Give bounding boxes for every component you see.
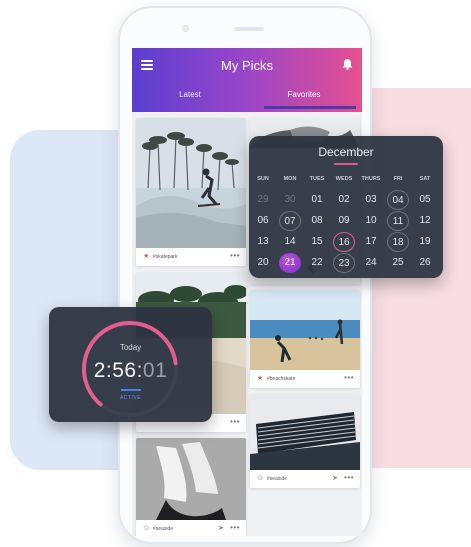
- calendar-day[interactable]: 24: [360, 253, 382, 273]
- app-screen: My Picks Latest Favorites ★ #skatepark •…: [132, 48, 362, 536]
- card-caption: ★ #beachskate •••: [250, 370, 360, 388]
- timer-status: ACTIVE: [119, 395, 142, 401]
- feed-card[interactable]: ★ #skatepark •••: [136, 118, 246, 266]
- card-caption: ★ #skatepark •••: [136, 248, 246, 266]
- weekday-header: TUES: [309, 176, 325, 182]
- calendar-day[interactable]: 12: [414, 211, 436, 231]
- month-underline: [334, 163, 358, 165]
- feed-card[interactable]: ☆ #seaside ➤ •••: [136, 438, 246, 536]
- more-dots-icon[interactable]: •••: [230, 417, 240, 426]
- weekday-header: SAT: [419, 176, 431, 182]
- star-icon[interactable]: ★: [257, 375, 263, 382]
- calendar-day[interactable]: 22: [306, 253, 328, 273]
- more-dots-icon[interactable]: •••: [230, 523, 240, 532]
- calendar-day[interactable]: 04: [387, 190, 409, 210]
- skatepark-photo: [136, 118, 246, 248]
- calendar-day[interactable]: 29: [252, 190, 274, 210]
- calendar-day[interactable]: 23: [333, 253, 355, 273]
- weekday-header: THURS: [361, 176, 381, 182]
- more-dots-icon[interactable]: •••: [230, 251, 240, 260]
- hashtag[interactable]: #beachskate: [267, 376, 295, 382]
- send-icon[interactable]: ➤: [332, 475, 338, 482]
- weekday-header: SUN: [257, 176, 269, 182]
- calendar-day[interactable]: 14: [279, 232, 301, 252]
- timer-main: 2:56:: [93, 359, 143, 382]
- more-dots-icon[interactable]: •••: [344, 373, 354, 382]
- hashtag[interactable]: #seaside: [153, 526, 173, 532]
- weekday-header: FRI: [393, 176, 403, 182]
- timer-value: 2:56:01: [49, 359, 212, 383]
- timer-divider: [121, 389, 141, 391]
- sneakers-photo: [136, 438, 246, 520]
- beach-skate-photo: [250, 290, 360, 370]
- calendar-day[interactable]: 03: [360, 190, 382, 210]
- app-header: My Picks Latest Favorites: [132, 48, 362, 112]
- tab-latest[interactable]: Latest: [140, 90, 240, 99]
- front-camera: [182, 25, 189, 32]
- calendar-day[interactable]: 08: [306, 211, 328, 231]
- calendar-day[interactable]: 16: [333, 232, 355, 252]
- calendar-widget: December SUN MON TUES WEDS THURS FRI SAT 29 30 01…: [249, 136, 443, 278]
- magazines-photo: [250, 394, 360, 470]
- calendar-day[interactable]: 07: [279, 211, 301, 231]
- calendar-day[interactable]: 11: [387, 211, 409, 231]
- star-icon[interactable]: ☆: [143, 525, 149, 532]
- hashtag[interactable]: #skatepark: [153, 254, 177, 260]
- calendar-day[interactable]: 19: [414, 232, 436, 252]
- weekday-header: MON: [283, 176, 297, 182]
- calendar-day[interactable]: 06: [252, 211, 274, 231]
- earpiece-speaker: [234, 27, 264, 31]
- timer-widget: Today 2:56:01 ACTIVE: [49, 307, 212, 422]
- calendar-day[interactable]: 15: [306, 232, 328, 252]
- hashtag[interactable]: #seaside: [267, 476, 287, 482]
- send-icon[interactable]: ➤: [218, 525, 224, 532]
- active-tab-indicator: [264, 106, 356, 109]
- bell-icon[interactable]: [342, 58, 353, 70]
- calendar-day[interactable]: 01: [306, 190, 328, 210]
- timer-label: Today: [119, 343, 142, 352]
- calendar-day[interactable]: 18: [387, 232, 409, 252]
- calendar-day[interactable]: 10: [360, 211, 382, 231]
- feed-card[interactable]: ☆ #seaside ➤ •••: [250, 394, 360, 488]
- calendar-day[interactable]: 30: [279, 190, 301, 210]
- calendar-day[interactable]: 02: [333, 190, 355, 210]
- feed-card[interactable]: ★ #beachskate •••: [250, 290, 360, 388]
- calendar-day[interactable]: 05: [414, 190, 436, 210]
- calendar-day[interactable]: 21: [279, 253, 301, 273]
- weekday-header: WEDS: [335, 176, 353, 182]
- calendar-day[interactable]: 26: [414, 253, 436, 273]
- calendar-day[interactable]: 13: [252, 232, 274, 252]
- card-caption: ☆ #seaside ➤ •••: [250, 470, 360, 488]
- card-caption: ☆ #seaside ➤ •••: [136, 520, 246, 536]
- more-dots-icon[interactable]: •••: [344, 473, 354, 482]
- calendar-month: December: [318, 145, 374, 159]
- tab-favorites[interactable]: Favorites: [254, 90, 354, 99]
- calendar-day[interactable]: 09: [333, 211, 355, 231]
- calendar-day[interactable]: 20: [252, 253, 274, 273]
- page-title: My Picks: [221, 58, 273, 73]
- star-icon[interactable]: ☆: [257, 475, 263, 482]
- calendar-day[interactable]: 17: [360, 232, 382, 252]
- star-icon[interactable]: ★: [143, 253, 149, 260]
- timer-seconds: 01: [142, 359, 168, 382]
- promo-stage: My Picks Latest Favorites ★ #skatepark •…: [0, 0, 471, 547]
- calendar-day[interactable]: 25: [387, 253, 409, 273]
